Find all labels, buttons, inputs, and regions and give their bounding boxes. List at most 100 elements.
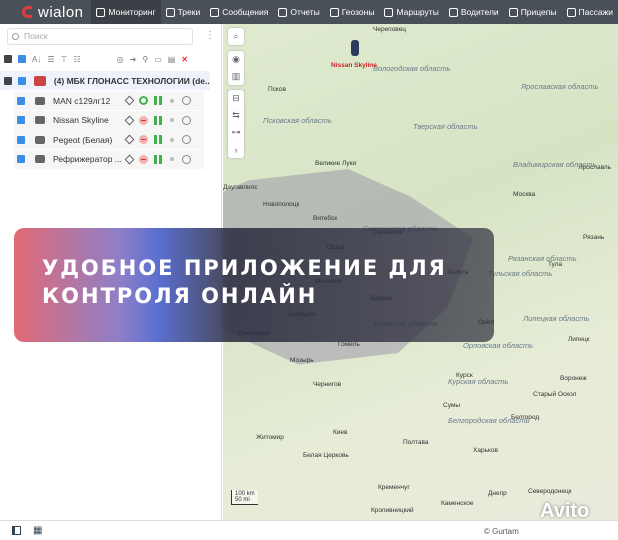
sensor-dot-icon: [170, 98, 174, 103]
vehicle-icon: [35, 116, 45, 124]
city-label: Каменское: [441, 500, 474, 507]
link-icon[interactable]: ⚲: [142, 55, 148, 64]
unit-checkbox[interactable]: [17, 155, 25, 163]
city-label: Чернигов: [313, 381, 342, 388]
unit-checkbox[interactable]: [17, 96, 25, 105]
locate-unit-icon[interactable]: [124, 115, 135, 125]
region-label: Курская область: [448, 377, 509, 386]
unit-checkbox[interactable]: [17, 116, 25, 124]
remove-icon[interactable]: ✕: [181, 55, 188, 64]
bottom-bar: ▦ © Gurtam: [0, 520, 618, 540]
map-icon[interactable]: ▥: [228, 68, 244, 85]
motion-state-icon: [154, 115, 162, 125]
city-label: Витебск: [313, 215, 338, 222]
search-input[interactable]: Поиск: [7, 28, 193, 45]
city-label: Рязань: [583, 234, 605, 241]
locate-icon[interactable]: ◎: [117, 55, 124, 64]
sensor-dot-icon: [170, 137, 174, 142]
route-icon[interactable]: ⇆: [228, 107, 244, 124]
city-label: Мозырь: [290, 357, 314, 364]
nav-icon: [278, 7, 288, 17]
unit-group-row[interactable]: (4) МБК ГЛОНАСС ТЕХНОЛОГИИ (de...: [0, 71, 210, 90]
nav-tab[interactable]: Мониторинг: [91, 0, 161, 24]
city-label: Липецк: [568, 336, 590, 343]
more-menu-icon[interactable]: ⋮: [205, 30, 215, 41]
city-label: Киев: [333, 429, 348, 436]
city-label: Белая Церковь: [303, 452, 349, 459]
city-label: Псков: [268, 86, 286, 93]
city-label: Житомир: [256, 434, 284, 441]
nav-icon: [210, 7, 220, 17]
unit-row[interactable]: Nissan Skyline: [14, 110, 204, 130]
city-label: Полтава: [403, 439, 429, 446]
distance-icon[interactable]: ⊶: [228, 124, 244, 141]
city-label: Старый Оскол: [533, 391, 577, 398]
region-label: Псковская область: [263, 116, 332, 125]
add-unit-icon[interactable]: ⊤: [61, 55, 68, 64]
expand-icon[interactable]: ›: [228, 141, 244, 158]
banner-line-1: УДОБНОЕ ПРИЛОЖЕНИЕ ДЛЯ: [42, 256, 447, 280]
add-all-icon[interactable]: ☷: [73, 55, 80, 64]
grid-icon[interactable]: ▦: [33, 525, 42, 536]
region-label: Ярославская область: [521, 82, 599, 91]
collapse-all-button[interactable]: [4, 55, 12, 63]
city-label: Даугавпилс: [223, 184, 258, 191]
panel-toggle-icon[interactable]: [12, 526, 21, 535]
top-bar: wialon Мониторинг Треки Сообщения Отчеты Гео…: [0, 0, 618, 24]
connection-status-icon: [139, 115, 148, 125]
unit-menu-icon[interactable]: [182, 154, 191, 164]
clipboard-icon[interactable]: ▤: [168, 55, 176, 64]
banner-line-2: КОНТРОЛЯ ОНЛАЙН: [42, 284, 318, 308]
collapse-group-button[interactable]: [4, 76, 12, 85]
region-label: Тульская область: [488, 269, 553, 278]
unit-marker[interactable]: [351, 40, 359, 56]
locate-unit-icon[interactable]: [124, 134, 135, 145]
vehicle-icon: [35, 155, 45, 163]
avito-watermark: Avito: [540, 500, 590, 522]
region-label: Вологодская область: [373, 64, 451, 73]
nav-tab[interactable]: Пассажи: [562, 0, 618, 24]
map-layer-tools: ◉ ▥: [228, 51, 244, 85]
locate-unit-icon[interactable]: [124, 95, 135, 106]
city-label: Череповец: [373, 26, 407, 33]
nav-tab[interactable]: Сообщения: [205, 0, 273, 24]
sort-list-icon[interactable]: ☰: [47, 55, 54, 64]
nav-tab[interactable]: Прицепы: [504, 0, 562, 24]
unit-row[interactable]: MAN с129лг12: [14, 91, 204, 110]
map-search-icon[interactable]: ⌕: [228, 28, 244, 45]
unit-marker-label: Nissan Skyline: [331, 62, 377, 69]
connection-status-icon: [139, 96, 148, 105]
nav-tab[interactable]: Геозоны: [325, 0, 380, 24]
city-label: Гомель: [338, 341, 360, 348]
nav-tab[interactable]: Водители: [444, 0, 504, 24]
region-label: Орловская область: [463, 341, 534, 350]
nav-icon: [384, 7, 394, 17]
locate-unit-icon[interactable]: [124, 154, 135, 164]
nav-tab[interactable]: Маршруты: [379, 0, 443, 24]
city-label: Кременчуг: [378, 484, 410, 491]
unit-row[interactable]: Pegeot (Белая): [14, 130, 204, 149]
unit-menu-icon[interactable]: [182, 135, 191, 144]
city-label: Кропивницкий: [371, 507, 414, 514]
copyright: © Gurtam: [484, 527, 519, 536]
nav-tab[interactable]: Отчеты: [273, 0, 324, 24]
sort-az-icon[interactable]: A↓: [32, 55, 41, 64]
unit-menu-icon[interactable]: [182, 115, 191, 125]
city-label: Новополоцк: [263, 201, 300, 208]
list-toolbar: A↓ ☰ ⊤ ☷ ◎ ➔ ⚲ ▭ ▤ ✕: [4, 52, 220, 66]
group-checkbox[interactable]: [18, 76, 26, 85]
motion-state-icon: [154, 135, 162, 144]
city-label: Харьков: [473, 447, 498, 454]
ruler-icon[interactable]: ⊟: [228, 90, 244, 107]
nav-tab[interactable]: Треки: [161, 0, 206, 24]
unit-checkbox[interactable]: [17, 135, 25, 144]
command-icon[interactable]: ➔: [130, 55, 137, 64]
unit-menu-icon[interactable]: [182, 96, 191, 105]
city-label: Москва: [513, 191, 536, 198]
select-all-checkbox[interactable]: [18, 55, 26, 63]
eye-icon[interactable]: ◉: [228, 51, 244, 68]
motion-state-icon: [154, 154, 162, 164]
monitor-icon[interactable]: ▭: [154, 55, 162, 64]
wialon-logo[interactable]: wialon: [0, 0, 91, 24]
unit-row[interactable]: Рефрижератор ...: [14, 149, 204, 169]
